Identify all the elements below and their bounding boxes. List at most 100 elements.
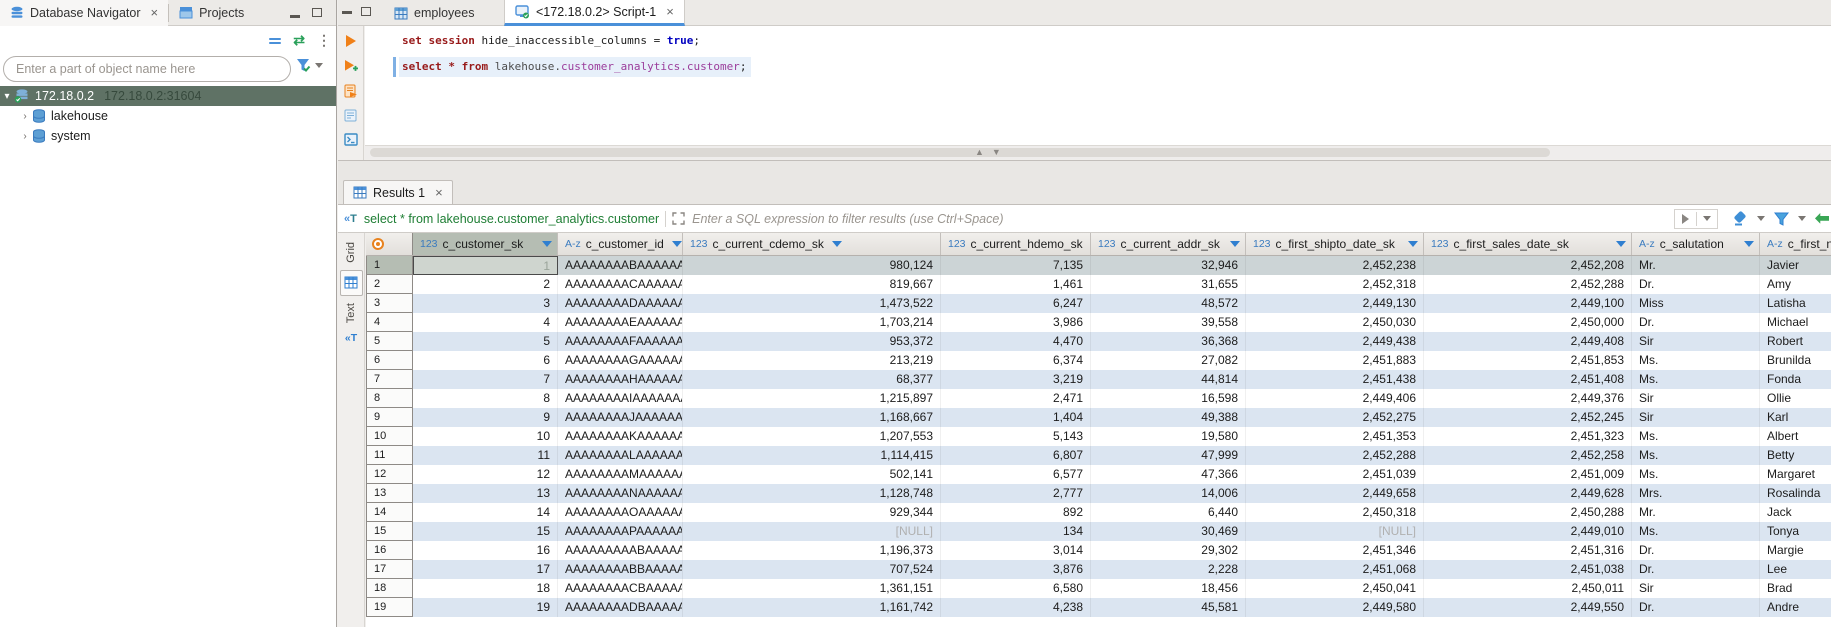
cell[interactable]: Michael [1760, 313, 1831, 332]
cell[interactable]: AAAAAAAANAAAAAAA [558, 484, 683, 503]
cell[interactable]: Latisha [1760, 294, 1831, 313]
cell[interactable]: 7 [413, 370, 558, 389]
row-number[interactable]: 5 [366, 332, 413, 351]
cell[interactable]: 2,450,030 [1246, 313, 1424, 332]
row-number[interactable]: 19 [366, 598, 413, 617]
cell[interactable]: 2,777 [941, 484, 1091, 503]
cell[interactable]: 2,452,318 [1246, 275, 1424, 294]
cell[interactable]: 19 [413, 598, 558, 617]
cell[interactable]: Miss [1632, 294, 1760, 313]
chevron-down-icon[interactable] [1757, 216, 1765, 221]
cell[interactable]: 707,524 [683, 560, 941, 579]
cell[interactable]: Sir [1632, 332, 1760, 351]
cell[interactable]: 6 [413, 351, 558, 370]
cell[interactable]: 2,450,318 [1246, 503, 1424, 522]
column-header-c_customer_id[interactable]: A-zc_customer_id [558, 233, 683, 255]
output-console-icon[interactable] [344, 133, 358, 146]
column-filter-arrow-icon[interactable] [1230, 241, 1240, 247]
cell[interactable]: 1,128,748 [683, 484, 941, 503]
cell[interactable]: 819,667 [683, 275, 941, 294]
row-number[interactable]: 18 [366, 579, 413, 598]
cell[interactable]: 892 [941, 503, 1091, 522]
cell[interactable]: 1,196,373 [683, 541, 941, 560]
cell[interactable]: 2,449,100 [1424, 294, 1632, 313]
cell[interactable]: 16 [413, 541, 558, 560]
cell[interactable]: 6,440 [1091, 503, 1246, 522]
cell[interactable]: 2,452,275 [1246, 408, 1424, 427]
cell[interactable]: 2,452,245 [1424, 408, 1632, 427]
cell[interactable]: 1,161,742 [683, 598, 941, 617]
cell[interactable]: AAAAAAAAEAAAAAAA [558, 313, 683, 332]
cell[interactable]: 10 [413, 427, 558, 446]
row-number[interactable]: 6 [366, 351, 413, 370]
column-filter-arrow-icon[interactable] [1408, 241, 1418, 247]
cell[interactable]: 31,655 [1091, 275, 1246, 294]
row-number[interactable]: 16 [366, 541, 413, 560]
cell[interactable]: 45,581 [1091, 598, 1246, 617]
cell[interactable]: Ms. [1632, 351, 1760, 370]
cell[interactable]: Ms. [1632, 522, 1760, 541]
cell[interactable]: AAAAAAAACBAAAAAA [558, 579, 683, 598]
execute-script-icon[interactable] [344, 84, 358, 98]
cell[interactable]: 19,580 [1091, 427, 1246, 446]
column-filter-arrow-icon[interactable] [1616, 241, 1626, 247]
cell[interactable]: 2,449,376 [1424, 389, 1632, 408]
cell[interactable]: 6,247 [941, 294, 1091, 313]
cell[interactable]: 48,572 [1091, 294, 1246, 313]
cell[interactable]: Ms. [1632, 446, 1760, 465]
grid-tab-label[interactable]: Grid [345, 242, 357, 263]
column-header-c_first_name[interactable]: A-zc_first_name [1760, 233, 1831, 255]
cell[interactable]: 2,449,010 [1424, 522, 1632, 541]
execute-new-tab-icon[interactable] [344, 59, 358, 73]
cell[interactable]: 14,006 [1091, 484, 1246, 503]
cell[interactable]: Sir [1632, 579, 1760, 598]
cell[interactable]: [NULL] [683, 522, 941, 541]
cell[interactable]: 2,451,068 [1246, 560, 1424, 579]
cell[interactable]: 47,366 [1091, 465, 1246, 484]
splitter-sash-controls[interactable]: ▲▼ [975, 147, 1001, 157]
cell[interactable]: AAAAAAAAOAAAAAAA [558, 503, 683, 522]
cell[interactable]: Lee [1760, 560, 1831, 579]
tab-script-1[interactable]: <172.18.0.2> Script-1 × [504, 0, 685, 26]
cell[interactable]: 44,814 [1091, 370, 1246, 389]
cell[interactable]: 2,449,406 [1246, 389, 1424, 408]
row-number[interactable]: 4 [366, 313, 413, 332]
cell[interactable]: 8 [413, 389, 558, 408]
cell[interactable]: 14 [413, 503, 558, 522]
cell[interactable]: Ms. [1632, 427, 1760, 446]
grid-corner-cell[interactable] [366, 233, 413, 255]
cell[interactable]: 16,598 [1091, 389, 1246, 408]
cell[interactable]: 2,452,288 [1424, 275, 1632, 294]
column-header-c_current_addr_sk[interactable]: 123c_current_addr_sk [1091, 233, 1246, 255]
cell[interactable]: Andre [1760, 598, 1831, 617]
cell[interactable]: 2,449,580 [1246, 598, 1424, 617]
cell[interactable]: Mr. [1632, 503, 1760, 522]
cell[interactable]: 3 [413, 294, 558, 313]
row-number[interactable]: 12 [366, 465, 413, 484]
cell[interactable]: 2,450,288 [1424, 503, 1632, 522]
cell[interactable]: 2,451,853 [1424, 351, 1632, 370]
cell[interactable]: 15 [413, 522, 558, 541]
cell[interactable]: Mr. [1632, 256, 1760, 275]
cell[interactable]: Dr. [1632, 560, 1760, 579]
cell[interactable]: Amy [1760, 275, 1831, 294]
minimize-icon[interactable] [342, 11, 352, 14]
row-number[interactable]: 9 [366, 408, 413, 427]
tab-employees[interactable]: employees [384, 0, 484, 26]
cell[interactable]: 2,450,011 [1424, 579, 1632, 598]
cell[interactable]: 2,451,323 [1424, 427, 1632, 446]
cell[interactable]: Albert [1760, 427, 1831, 446]
column-filter-arrow-icon[interactable] [832, 241, 842, 247]
cell[interactable]: 1,703,214 [683, 313, 941, 332]
cell[interactable]: Margie [1760, 541, 1831, 560]
row-number[interactable]: 17 [366, 560, 413, 579]
row-number[interactable]: 2 [366, 275, 413, 294]
scrollbar-thumb[interactable] [370, 148, 1550, 157]
cell[interactable]: 4,470 [941, 332, 1091, 351]
cell[interactable]: Tonya [1760, 522, 1831, 541]
cell[interactable]: 5,143 [941, 427, 1091, 446]
cell[interactable]: Robert [1760, 332, 1831, 351]
cell[interactable]: 3,014 [941, 541, 1091, 560]
cell[interactable]: AAAAAAAAIAAAAAAA [558, 389, 683, 408]
navigator-filter-control[interactable] [296, 58, 323, 73]
